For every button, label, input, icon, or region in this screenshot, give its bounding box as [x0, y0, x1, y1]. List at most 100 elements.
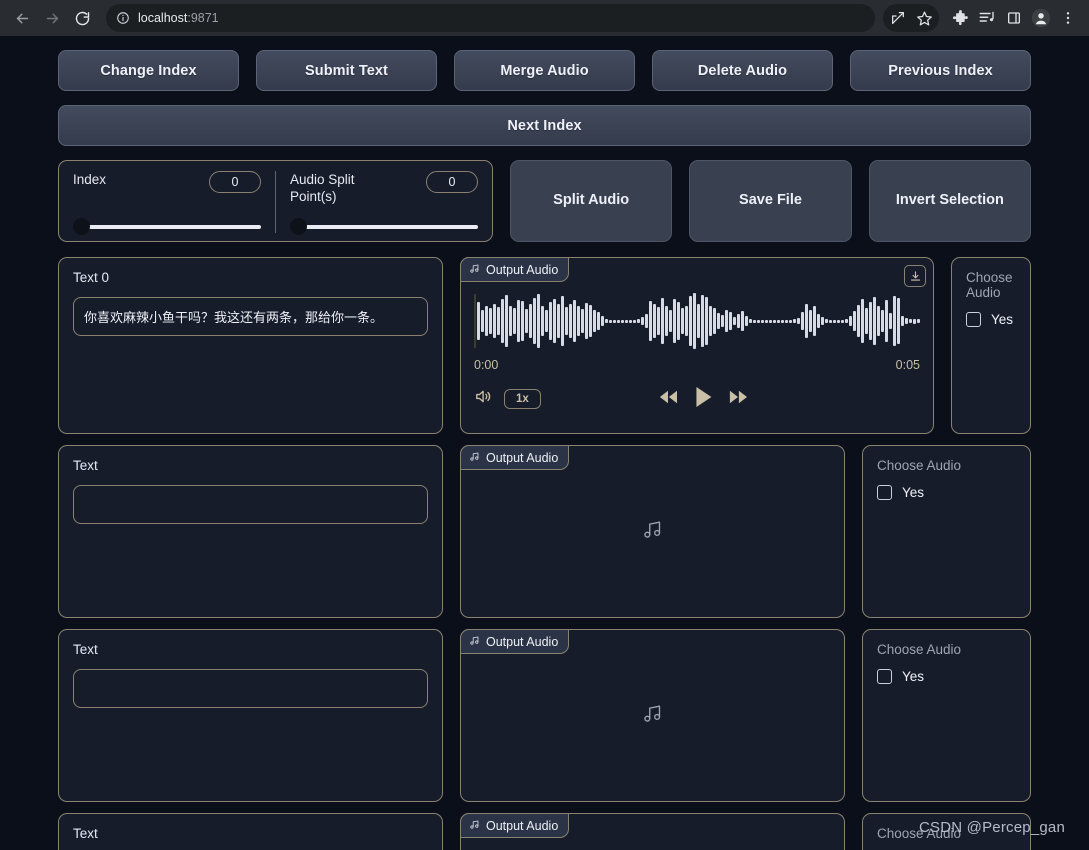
index-slider-handle[interactable]	[73, 218, 90, 235]
transport-controls	[657, 385, 749, 414]
waveform-bar	[781, 319, 784, 323]
waveform-bar	[777, 319, 780, 323]
text-input[interactable]	[73, 485, 428, 524]
submit-text-button[interactable]: Submit Text	[256, 50, 437, 91]
back-arrow-icon[interactable]	[8, 4, 36, 32]
index-number-input[interactable]: 0	[209, 171, 261, 193]
text-input[interactable]	[73, 669, 428, 708]
output-audio-tab: Output Audio	[460, 257, 570, 282]
waveform-bar	[773, 319, 776, 323]
audio-split-slider-track[interactable]	[298, 225, 478, 229]
waveform-bar	[709, 306, 712, 336]
save-file-button[interactable]: Save File	[689, 160, 852, 242]
waveform-bar	[529, 304, 532, 338]
player-controls: 1x	[474, 386, 920, 412]
address-bar[interactable]: localhost:9871	[106, 4, 875, 32]
previous-index-button[interactable]: Previous Index	[850, 50, 1031, 91]
waveform-bar	[661, 298, 664, 344]
waveform-bar	[481, 310, 484, 332]
rewind-icon[interactable]	[657, 388, 679, 411]
split-audio-button[interactable]: Split Audio	[510, 160, 673, 242]
waveform-bar	[517, 300, 520, 342]
text-panel-label: Text	[73, 458, 98, 473]
waveform-bar	[905, 318, 908, 324]
browser-toolbar: localhost:9871	[0, 0, 1089, 36]
waveform-bar	[589, 305, 592, 337]
audio-split-slider-track-wrap[interactable]	[290, 211, 478, 235]
waveform-bar	[841, 319, 844, 323]
reload-icon[interactable]	[68, 4, 96, 32]
waveform-bar	[765, 319, 768, 323]
checkbox-icon[interactable]	[877, 485, 892, 500]
forward-arrow-icon[interactable]	[38, 4, 66, 32]
waveform-bar	[497, 307, 500, 335]
share-icon[interactable]	[885, 4, 911, 32]
audio-split-slider-handle[interactable]	[290, 218, 307, 235]
play-icon[interactable]	[693, 385, 713, 414]
audio-split-number-input[interactable]: 0	[426, 171, 478, 193]
checkbox-icon[interactable]	[966, 312, 981, 327]
waveform-bar	[805, 304, 808, 338]
waveform-bar	[877, 306, 880, 336]
index-slider-track-wrap[interactable]	[73, 211, 261, 235]
waveform-bar	[605, 319, 608, 323]
choose-audio-option[interactable]: Yes	[966, 312, 1016, 327]
waveform[interactable]	[474, 292, 920, 350]
waveform-bar	[873, 297, 876, 345]
side-panel-icon[interactable]	[1001, 4, 1027, 32]
audio-placeholder[interactable]	[461, 446, 844, 617]
waveform-bar	[505, 295, 508, 347]
waveform-bar	[769, 319, 772, 323]
delete-audio-button[interactable]: Delete Audio	[652, 50, 833, 91]
waveform-bar	[549, 302, 552, 340]
output-audio-panel: Output Audio	[460, 629, 845, 802]
waveform-bar	[761, 319, 764, 323]
content-row: Text 0 你喜欢麻辣小鱼干吗？我这还有两条，那给你一条。 Output Au…	[58, 257, 1031, 434]
url-text: localhost:9871	[138, 11, 219, 25]
output-audio-label: Output Audio	[486, 262, 559, 277]
waveform-bar	[865, 308, 868, 334]
download-icon[interactable]	[904, 265, 926, 287]
text-input[interactable]: 你喜欢麻辣小鱼干吗？我这还有两条，那给你一条。	[73, 297, 428, 336]
playhead-cursor[interactable]	[474, 294, 476, 348]
waveform-bar	[861, 299, 864, 343]
waveform-bar	[613, 319, 616, 323]
waveform-bar	[569, 304, 572, 338]
waveform-bar	[705, 297, 708, 345]
text-panel-label: Text 0	[73, 270, 110, 285]
waveform-bar	[533, 298, 536, 344]
extensions-puzzle-icon[interactable]	[947, 4, 973, 32]
audio-placeholder[interactable]	[461, 630, 844, 801]
choose-audio-option[interactable]: Yes	[877, 485, 1016, 500]
playback-speed-button[interactable]: 1x	[504, 389, 541, 409]
choose-audio-option[interactable]: Yes	[877, 669, 1016, 684]
profile-avatar-icon[interactable]	[1028, 4, 1054, 32]
text-panel-label: Text	[73, 826, 98, 841]
index-slider-track[interactable]	[81, 225, 261, 229]
text-panel-label: Text	[73, 642, 98, 657]
waveform-bar	[621, 319, 624, 323]
waveform-bar	[501, 299, 504, 343]
waveform-bar	[869, 302, 872, 340]
choose-audio-panel: Choose Audio Yes	[862, 629, 1031, 802]
media-playlist-icon[interactable]	[974, 4, 1000, 32]
forward-icon[interactable]	[727, 388, 749, 411]
waveform-bar	[797, 318, 800, 324]
checkbox-label: Yes	[902, 485, 925, 500]
star-icon[interactable]	[911, 4, 937, 32]
waveform-bar	[813, 306, 816, 336]
waveform-bar	[697, 304, 700, 338]
checkbox-icon[interactable]	[877, 669, 892, 684]
content-row: Text Output Audio Choose Audio Yes	[58, 445, 1031, 618]
waveform-bar	[633, 319, 636, 323]
merge-audio-button[interactable]: Merge Audio	[454, 50, 635, 91]
index-slider-group: Index 0	[59, 171, 275, 235]
primary-button-row: Change Index Submit Text Merge Audio Del…	[58, 50, 1031, 91]
three-dots-menu-icon[interactable]	[1055, 4, 1081, 32]
volume-icon[interactable]	[474, 387, 493, 411]
waveform-bar	[857, 305, 860, 337]
next-index-button[interactable]: Next Index	[58, 105, 1031, 146]
invert-selection-button[interactable]: Invert Selection	[868, 160, 1031, 242]
site-info-icon[interactable]	[116, 11, 130, 25]
change-index-button[interactable]: Change Index	[58, 50, 239, 91]
